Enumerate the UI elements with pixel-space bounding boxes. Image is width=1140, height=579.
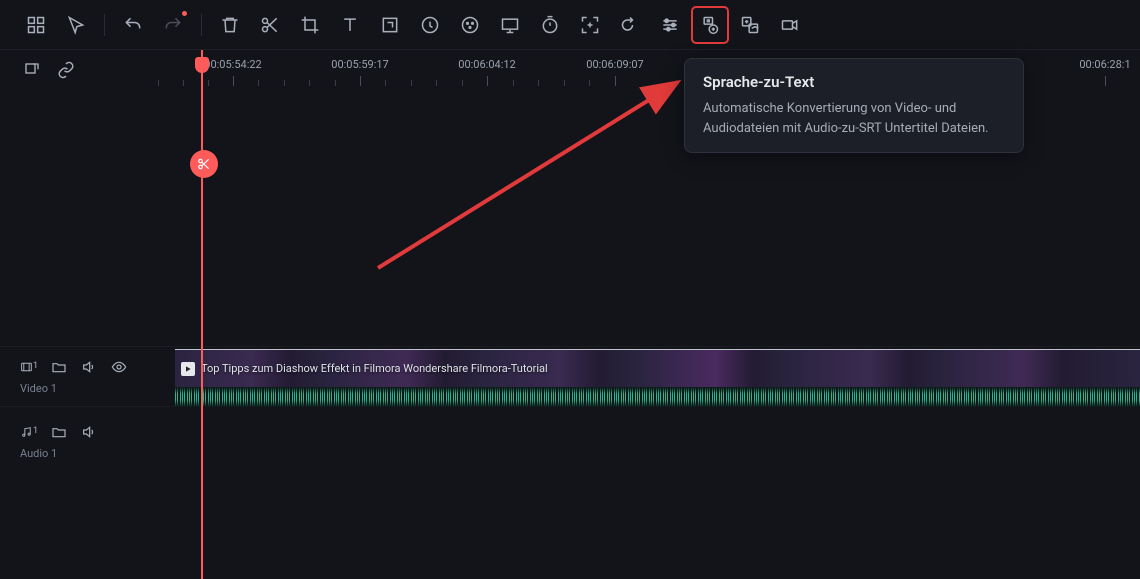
toolbar-divider: [104, 14, 105, 36]
audio-track-label: Audio 1: [20, 447, 175, 460]
text-icon[interactable]: [332, 7, 368, 43]
track-area: 1 Video 1 Top Tipps zum Diashow Effek: [0, 106, 1140, 579]
add-marker-icon[interactable]: [22, 60, 42, 80]
video-track-head: 1 Video 1: [0, 347, 175, 406]
video-track-content[interactable]: Top Tipps zum Diashow Effekt in Filmora …: [175, 347, 1140, 406]
rotate-icon[interactable]: [612, 7, 648, 43]
ruler-label: 00:06:28:1: [1079, 58, 1130, 71]
mute-icon[interactable]: [80, 423, 98, 441]
translate-icon[interactable]: [732, 7, 768, 43]
link-icon[interactable]: [56, 60, 76, 80]
split-icon[interactable]: [252, 7, 288, 43]
timer-icon[interactable]: [532, 7, 568, 43]
record-icon[interactable]: [772, 7, 808, 43]
visibility-icon[interactable]: [110, 358, 128, 376]
resize-icon[interactable]: [372, 7, 408, 43]
audio-track-row: 1 Audio 1: [0, 406, 1140, 476]
tooltip-body: Automatische Konvertierung von Video- un…: [703, 99, 1005, 138]
toolbar: [0, 0, 1140, 50]
audio-track-badge: 1: [33, 426, 38, 436]
clip-play-icon: [181, 362, 195, 376]
color-icon[interactable]: [452, 7, 488, 43]
ruler-controls: [0, 56, 175, 80]
undo-icon[interactable]: [115, 7, 151, 43]
video-clip[interactable]: Top Tipps zum Diashow Effekt in Filmora …: [175, 349, 1140, 387]
speech-to-text-tooltip: Sprache-zu-Text Automatische Konvertieru…: [684, 58, 1024, 153]
video-track-icon[interactable]: 1: [20, 358, 38, 376]
ruler-label: 00:05:54:22: [204, 58, 261, 71]
speech-to-text-icon[interactable]: [692, 7, 728, 43]
templates-icon[interactable]: [18, 7, 54, 43]
video-clip-audio-waveform[interactable]: [175, 387, 1140, 407]
folder-icon[interactable]: [50, 358, 68, 376]
mute-icon[interactable]: [80, 358, 98, 376]
playhead-split-badge[interactable]: [190, 150, 218, 178]
adjust-icon[interactable]: [652, 7, 688, 43]
redo-notification-dot: [182, 11, 187, 16]
crop-icon[interactable]: [292, 7, 328, 43]
folder-icon[interactable]: [50, 423, 68, 441]
video-track-badge: 1: [33, 361, 38, 371]
tooltip-title: Sprache-zu-Text: [703, 73, 1005, 91]
delete-icon[interactable]: [212, 7, 248, 43]
toolbar-divider: [201, 14, 202, 36]
ruler-label: 00:06:04:12: [458, 58, 515, 71]
ruler-label: 00:05:59:17: [331, 58, 388, 71]
audio-track-content[interactable]: [175, 407, 1140, 476]
ruler-label: 00:06:09:07: [586, 58, 643, 71]
focus-icon[interactable]: [572, 7, 608, 43]
cursor-icon[interactable]: [58, 7, 94, 43]
speed-icon[interactable]: [412, 7, 448, 43]
video-track-row: 1 Video 1 Top Tipps zum Diashow Effek: [0, 346, 1140, 406]
video-track-label: Video 1: [20, 382, 175, 395]
audio-track-head: 1 Audio 1: [0, 407, 175, 476]
audio-track-icon[interactable]: 1: [20, 423, 38, 441]
display-icon[interactable]: [492, 7, 528, 43]
video-clip-title: Top Tipps zum Diashow Effekt in Filmora …: [201, 362, 548, 375]
redo-icon[interactable]: [155, 7, 191, 43]
